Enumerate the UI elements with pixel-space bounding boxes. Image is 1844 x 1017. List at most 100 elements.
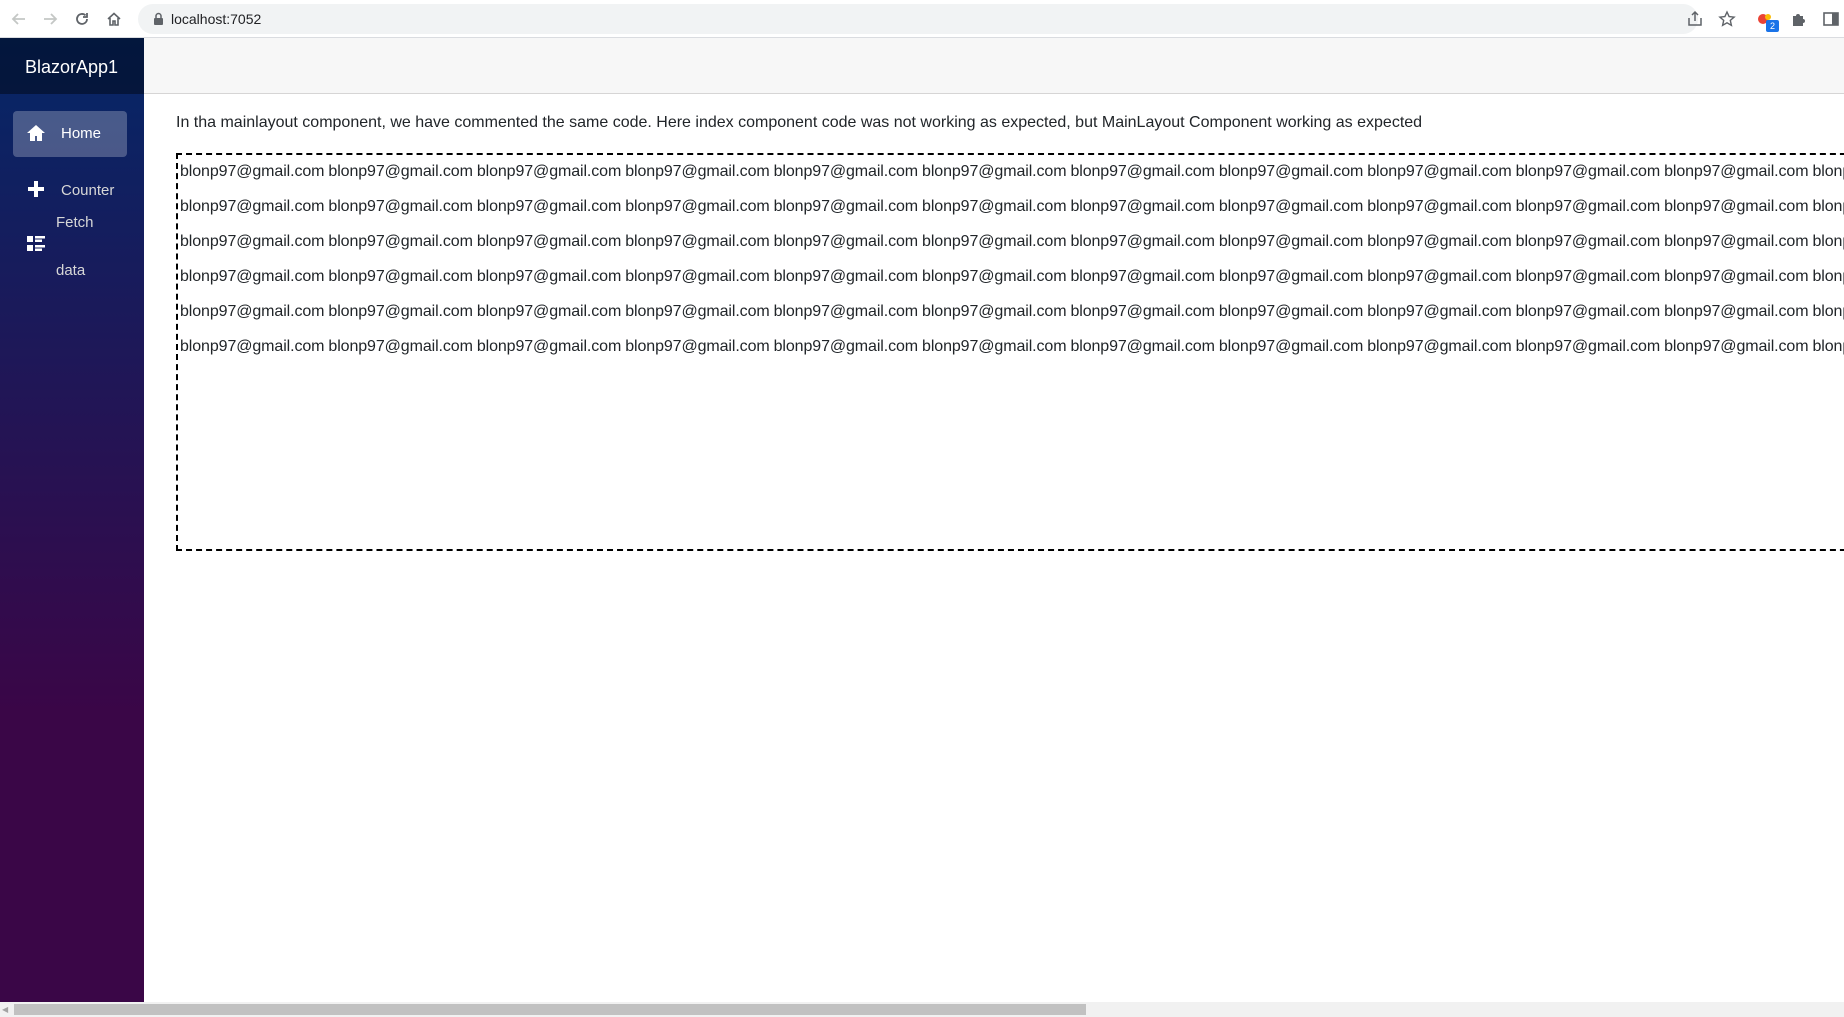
sidebar-item-label-line2: data bbox=[56, 262, 86, 279]
email-text: blonp97@gmail.com bbox=[1515, 198, 1661, 215]
side-panel-icon[interactable] bbox=[1822, 10, 1840, 28]
email-text: blonp97@gmail.com bbox=[180, 198, 325, 215]
sidebar: BlazorApp1 Home Counter Fetch data bbox=[0, 38, 144, 1002]
scroll-left-icon[interactable]: ◀ bbox=[2, 1005, 10, 1014]
plus-icon bbox=[28, 181, 44, 197]
email-text: blonp97@gmail.com bbox=[328, 338, 473, 355]
email-text: blonp97@gmail.com bbox=[180, 233, 325, 250]
email-text: blonp97@gmail.com bbox=[1515, 303, 1661, 320]
email-text: blonp97@gmail.com bbox=[922, 198, 1067, 215]
list-rich-icon bbox=[27, 236, 45, 251]
top-row bbox=[144, 38, 1844, 94]
email-text: blonp97@gmail.com bbox=[1515, 338, 1661, 355]
email-text: blonp97@gmail.com bbox=[1218, 163, 1364, 180]
email-row: blonp97@gmail.com blonp97@gmail.com blonp9… bbox=[180, 163, 1844, 181]
email-text: blonp97@gmail.com bbox=[1812, 233, 1844, 250]
email-text: blonp97@gmail.com bbox=[1070, 198, 1215, 215]
email-text: blonp97@gmail.com bbox=[773, 233, 919, 250]
email-text: blonp97@gmail.com bbox=[1367, 233, 1512, 250]
email-text: blonp97@gmail.com bbox=[1367, 198, 1512, 215]
email-text: blonp97@gmail.com bbox=[476, 198, 622, 215]
sidebar-item-counter[interactable]: Counter bbox=[13, 172, 127, 212]
email-text: blonp97@gmail.com bbox=[1515, 163, 1661, 180]
email-text: blonp97@gmail.com bbox=[1218, 268, 1364, 285]
email-text: blonp97@gmail.com bbox=[180, 268, 325, 285]
email-text: blonp97@gmail.com bbox=[625, 163, 770, 180]
sidebar-item-fetch-data[interactable]: Fetch data bbox=[13, 210, 127, 282]
email-text: blonp97@gmail.com bbox=[328, 198, 473, 215]
email-text: blonp97@gmail.com bbox=[773, 268, 919, 285]
email-text: blonp97@gmail.com bbox=[328, 268, 473, 285]
sidebar-item-label: Home bbox=[61, 125, 102, 142]
email-text: blonp97@gmail.com bbox=[773, 338, 919, 355]
puzzle-icon[interactable] bbox=[1790, 10, 1808, 28]
url-text: localhost:7052 bbox=[171, 11, 262, 27]
reload-button[interactable] bbox=[71, 8, 93, 30]
email-text: blonp97@gmail.com bbox=[1367, 163, 1512, 180]
email-row: blonp97@gmail.com blonp97@gmail.com blonp9… bbox=[180, 303, 1844, 321]
email-text: blonp97@gmail.com bbox=[1070, 303, 1215, 320]
email-text: blonp97@gmail.com bbox=[773, 163, 919, 180]
star-icon[interactable] bbox=[1718, 10, 1736, 28]
email-text: blonp97@gmail.com bbox=[1812, 338, 1844, 355]
browser-toolbar: localhost:7052 2 bbox=[0, 0, 1844, 38]
email-text: blonp97@gmail.com bbox=[922, 163, 1067, 180]
share-icon[interactable] bbox=[1686, 10, 1704, 28]
email-text: blonp97@gmail.com bbox=[922, 303, 1067, 320]
email-text: blonp97@gmail.com bbox=[476, 163, 622, 180]
sidebar-item-label-line1: Fetch bbox=[56, 214, 94, 231]
email-text: blonp97@gmail.com bbox=[773, 198, 919, 215]
email-text: blonp97@gmail.com bbox=[1664, 268, 1809, 285]
home-icon bbox=[27, 125, 45, 141]
email-text: blonp97@gmail.com bbox=[1515, 268, 1661, 285]
email-text: blonp97@gmail.com bbox=[1070, 338, 1215, 355]
email-text: blonp97@gmail.com bbox=[773, 303, 919, 320]
email-row: blonp97@gmail.com blonp97@gmail.com blonp9… bbox=[180, 233, 1844, 251]
email-text: blonp97@gmail.com bbox=[1812, 303, 1844, 320]
email-text: blonp97@gmail.com bbox=[625, 303, 770, 320]
email-text: blonp97@gmail.com bbox=[1812, 198, 1844, 215]
email-text: blonp97@gmail.com bbox=[1664, 233, 1809, 250]
scrollbar-thumb[interactable] bbox=[14, 1004, 1086, 1015]
email-text: blonp97@gmail.com bbox=[180, 338, 325, 355]
email-row: blonp97@gmail.com blonp97@gmail.com blonp9… bbox=[180, 268, 1844, 286]
email-text: blonp97@gmail.com bbox=[1070, 268, 1215, 285]
reload-icon bbox=[76, 13, 88, 25]
app-brand[interactable]: BlazorApp1 bbox=[25, 57, 118, 78]
email-container: blonp97@gmail.com blonp97@gmail.com blonp9… bbox=[176, 153, 1844, 551]
email-text: blonp97@gmail.com bbox=[1218, 198, 1364, 215]
email-text: blonp97@gmail.com bbox=[328, 233, 473, 250]
email-text: blonp97@gmail.com bbox=[625, 233, 770, 250]
intro-text: In tha mainlayout component, we have com… bbox=[176, 114, 1423, 131]
email-text: blonp97@gmail.com bbox=[476, 233, 622, 250]
email-text: blonp97@gmail.com bbox=[1515, 233, 1661, 250]
email-text: blonp97@gmail.com bbox=[1664, 163, 1809, 180]
sidebar-item-home[interactable]: Home bbox=[13, 111, 127, 157]
email-text: blonp97@gmail.com bbox=[1812, 163, 1844, 180]
email-text: blonp97@gmail.com bbox=[625, 268, 770, 285]
email-text: blonp97@gmail.com bbox=[1812, 268, 1844, 285]
back-button[interactable] bbox=[8, 8, 30, 30]
email-text: blonp97@gmail.com bbox=[1367, 268, 1512, 285]
email-text: blonp97@gmail.com bbox=[1070, 163, 1215, 180]
email-text: blonp97@gmail.com bbox=[922, 233, 1067, 250]
email-text: blonp97@gmail.com bbox=[1664, 303, 1809, 320]
email-text: blonp97@gmail.com bbox=[1367, 303, 1512, 320]
email-text: blonp97@gmail.com bbox=[328, 163, 473, 180]
email-text: blonp97@gmail.com bbox=[1664, 198, 1809, 215]
email-text: blonp97@gmail.com bbox=[625, 338, 770, 355]
extension-badge: 2 bbox=[1766, 20, 1779, 32]
email-text: blonp97@gmail.com bbox=[922, 338, 1067, 355]
email-text: blonp97@gmail.com bbox=[180, 163, 325, 180]
email-text: blonp97@gmail.com bbox=[1664, 338, 1809, 355]
email-text: blonp97@gmail.com bbox=[1218, 338, 1364, 355]
address-bar[interactable]: localhost:7052 bbox=[138, 4, 1736, 34]
home-browser-button[interactable] bbox=[103, 8, 125, 30]
sidebar-item-label: Counter bbox=[61, 182, 115, 199]
forward-button[interactable] bbox=[39, 8, 61, 30]
email-text: blonp97@gmail.com bbox=[476, 303, 622, 320]
email-row: blonp97@gmail.com blonp97@gmail.com blonp9… bbox=[180, 198, 1844, 216]
email-text: blonp97@gmail.com bbox=[1218, 303, 1364, 320]
horizontal-scrollbar[interactable]: ◀ bbox=[0, 1002, 1844, 1017]
email-text: blonp97@gmail.com bbox=[180, 303, 325, 320]
